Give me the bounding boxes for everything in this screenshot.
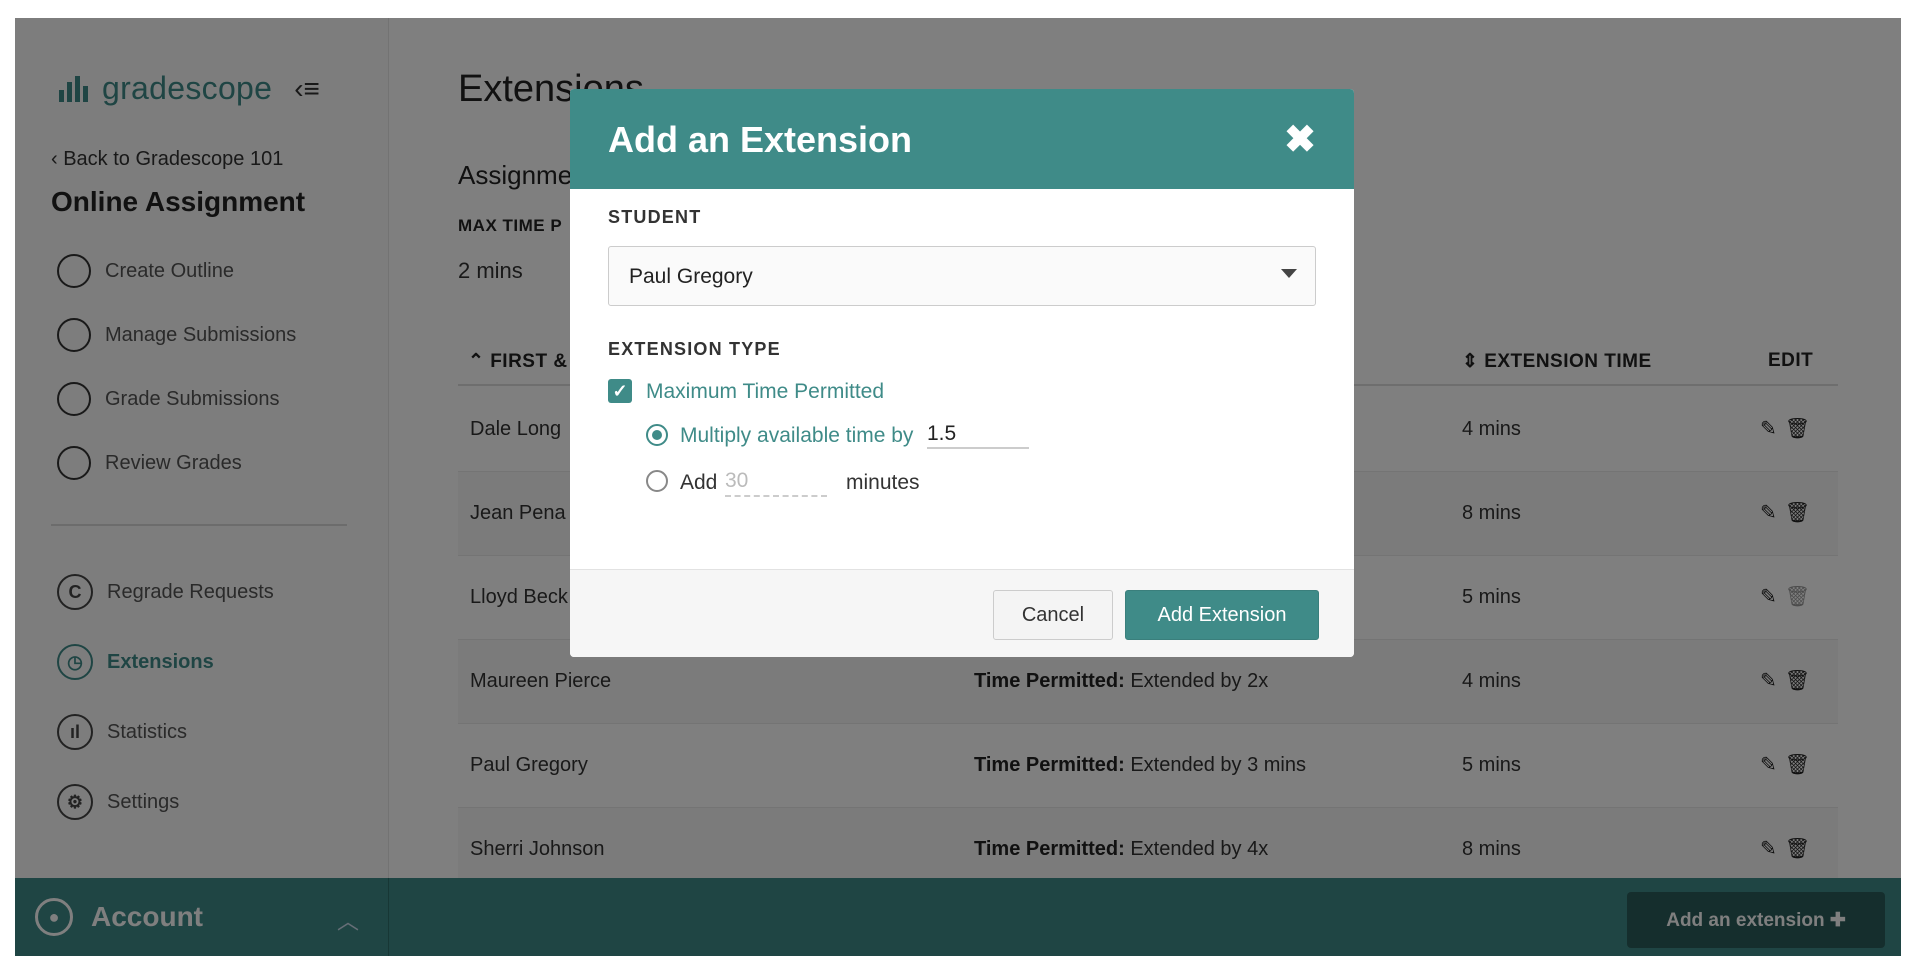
- modal-title: Add an Extension: [608, 119, 913, 160]
- multiply-radio[interactable]: [646, 424, 668, 446]
- modal-footer: Cancel Add Extension: [570, 569, 1354, 657]
- add-extension-modal: Add an Extension ✖ STUDENT Paul Gregory …: [570, 89, 1354, 657]
- add-minutes-input[interactable]: [725, 467, 827, 497]
- add-extension-button[interactable]: Add Extension: [1125, 590, 1319, 640]
- student-select[interactable]: Paul Gregory: [608, 246, 1316, 306]
- caret-down-icon: [1281, 269, 1297, 278]
- app-window: gradescope ‹≡ ‹ Back to Gradescope 101 O…: [15, 18, 1901, 956]
- minutes-unit-label: minutes: [846, 471, 920, 494]
- extension-type-label: EXTENSION TYPE: [608, 339, 781, 359]
- student-select-value: Paul Gregory: [629, 265, 753, 288]
- max-time-checkbox[interactable]: ✓: [608, 379, 632, 403]
- cancel-button[interactable]: Cancel: [993, 590, 1113, 640]
- modal-header: Add an Extension ✖: [570, 89, 1354, 189]
- add-minutes-radio-label[interactable]: Add: [680, 471, 717, 495]
- close-icon[interactable]: ✖: [1284, 117, 1316, 162]
- multiply-radio-label[interactable]: Multiply available time by: [680, 424, 913, 448]
- max-time-checkbox-label[interactable]: Maximum Time Permitted: [646, 380, 884, 404]
- add-minutes-radio[interactable]: [646, 470, 668, 492]
- multiply-input[interactable]: [927, 421, 1029, 449]
- student-label: STUDENT: [608, 207, 702, 227]
